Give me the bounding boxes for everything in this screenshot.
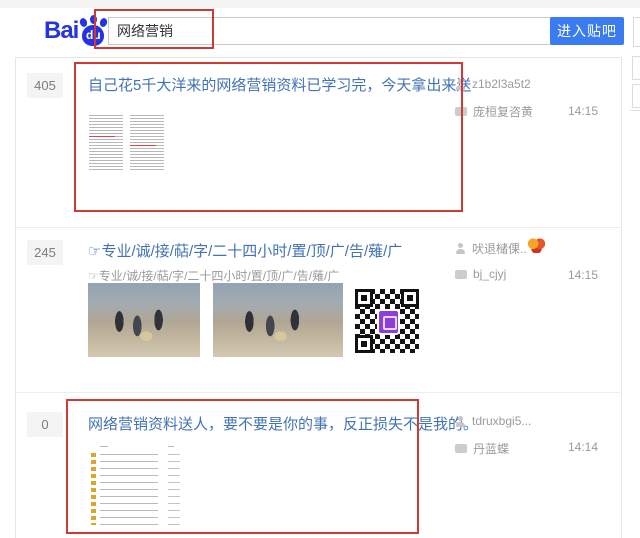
reply-count-badge: 245 (27, 240, 63, 265)
post-photo-market-1[interactable] (88, 283, 200, 357)
baidu-paw-icon: du (79, 15, 109, 47)
side-widget-divider (630, 110, 640, 111)
qr-code-image[interactable] (355, 289, 419, 353)
post-divider (16, 227, 620, 228)
author-name[interactable]: 吠退槠倮.. (472, 240, 527, 257)
file-names-column (100, 454, 158, 526)
speech-bubble-icon (455, 270, 467, 279)
speech-bubble-icon (455, 107, 467, 116)
qr-finder-marker (355, 335, 373, 353)
post-title-link[interactable]: 自己花5千大洋来的网络营销资料已学习完，今天拿出来送 (88, 74, 471, 95)
file-sizes-column (168, 454, 180, 526)
qr-center-app-icon (377, 309, 400, 335)
reply-count-badge: 0 (27, 412, 63, 437)
post-divider (16, 392, 620, 393)
post-last-reply-row[interactable]: bj_cjyj (455, 267, 506, 281)
post-author-row[interactable]: z1b2l3a5t2 (455, 77, 531, 91)
author-emoji-badge-icon (528, 238, 545, 253)
top-strip (0, 0, 640, 8)
cutoff-secondary-button[interactable] (633, 17, 640, 47)
author-name[interactable]: tdruxbgi5... (472, 414, 531, 428)
post-last-reply-row[interactable]: 丹蓝蝶 (455, 440, 509, 457)
last-reply-user[interactable]: 庞桓复咨黄 (473, 103, 533, 120)
search-input[interactable] (108, 17, 563, 45)
logo-text-du: du (79, 28, 107, 42)
reply-count-badge: 405 (27, 73, 63, 98)
last-reply-time: 14:15 (553, 104, 598, 118)
post-photo-market-2[interactable] (213, 283, 343, 357)
post-title-link[interactable]: ☞专业/诚/接/萜/字/二十四小时/置/顶/广/告/薙/广 (88, 240, 402, 261)
side-widget-button-2[interactable] (632, 84, 640, 108)
post-thumbnail-file-list[interactable] (88, 112, 168, 180)
post-author-row[interactable]: tdruxbgi5... (455, 414, 531, 428)
last-reply-time: 14:14 (553, 440, 598, 454)
folder-icons-column (91, 453, 96, 525)
last-reply-user[interactable]: bj_cjyj (473, 267, 506, 281)
qr-finder-marker (401, 289, 419, 307)
logo-text-bai: Bai (44, 17, 78, 45)
post-title-link[interactable]: 网络营销资料送人，要不要是你的事，反正损失不是我的。 (88, 413, 478, 434)
post-author-row[interactable]: 吠退槠倮.. (455, 240, 527, 257)
post-thumbnail-file-list[interactable] (88, 443, 238, 529)
person-icon (455, 243, 466, 254)
last-reply-time: 14:15 (553, 268, 598, 282)
person-icon (455, 79, 466, 90)
author-name[interactable]: z1b2l3a5t2 (472, 77, 531, 91)
side-widget-button-1[interactable] (632, 56, 640, 80)
speech-bubble-icon (455, 444, 467, 453)
enter-tieba-button[interactable]: 进入贴吧 (550, 17, 624, 45)
post-excerpt[interactable]: ☞专业/诚/接/萜/字/二十四小时/置/顶/广/告/薙/广 (88, 267, 339, 284)
qr-finder-marker (355, 289, 373, 307)
person-icon (455, 416, 466, 427)
last-reply-user[interactable]: 丹蓝蝶 (473, 440, 509, 457)
post-last-reply-row[interactable]: 庞桓复咨黄 (455, 103, 533, 120)
